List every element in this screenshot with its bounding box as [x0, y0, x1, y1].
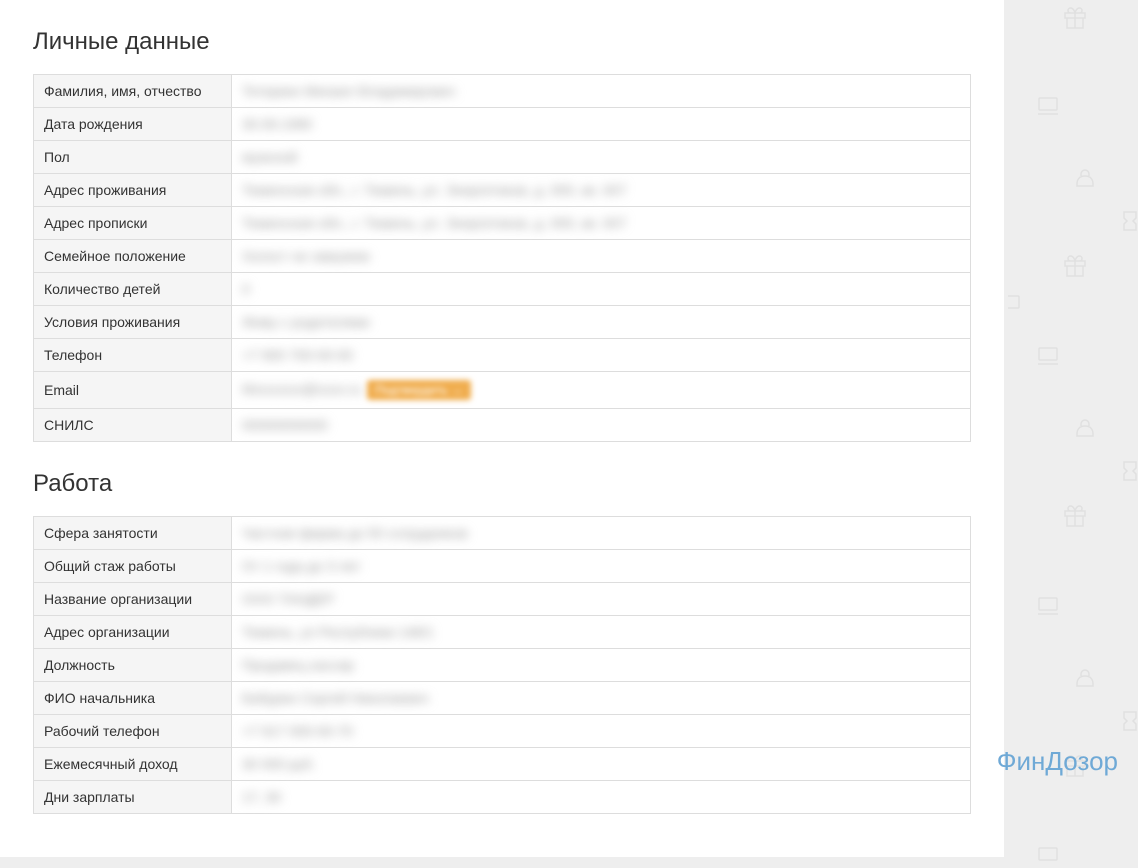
row-label: Должность	[34, 649, 232, 682]
table-row: Телефон +7 900 700-00-00	[34, 339, 971, 372]
table-row: Семейное положение Холост не замужем	[34, 240, 971, 273]
row-value: Продавец кассир	[232, 649, 971, 682]
blurred-value: Mxxxxxxx@xxxx.ru	[242, 381, 361, 397]
row-value: +7 917 000-00-70	[232, 715, 971, 748]
table-row: Email Mxxxxxxx@xxxx.ru Подтвердить →	[34, 372, 971, 409]
confirm-badge[interactable]: Подтвердить →	[367, 380, 471, 400]
blurred-value: 30 000 руб.	[242, 756, 315, 772]
table-row: Сфера занятости Частная фирма до 50 сотру…	[34, 517, 971, 550]
row-label: Общий стаж работы	[34, 550, 232, 583]
row-value: Mxxxxxxx@xxxx.ru Подтвердить →	[232, 372, 971, 409]
row-value: Тетеркин Михаил Владимирович	[232, 75, 971, 108]
table-row: СНИЛС 00000000000	[34, 409, 971, 442]
row-value: мужской	[232, 141, 971, 174]
row-label: Адрес проживания	[34, 174, 232, 207]
blurred-value: Тюмень, ул Республики 148/1	[242, 624, 434, 640]
row-value: Частная фирма до 50 сотрудников	[232, 517, 971, 550]
blurred-value: От 1 года до 3 лет	[242, 558, 360, 574]
row-value: ООО ТАНДЕР	[232, 583, 971, 616]
watermark: ФинДозор	[997, 746, 1118, 777]
row-label: Условия проживания	[34, 306, 232, 339]
row-value: 0	[232, 273, 971, 306]
table-row: Рабочий телефон +7 917 000-00-70	[34, 715, 971, 748]
blurred-value: Холост не замужем	[242, 248, 369, 264]
row-label: Рабочий телефон	[34, 715, 232, 748]
row-label: Адрес организации	[34, 616, 232, 649]
table-row: Адрес прописки Тюменская обл., г. Тюмень,…	[34, 207, 971, 240]
table-row: Должность Продавец кассир	[34, 649, 971, 682]
table-row: Пол мужской	[34, 141, 971, 174]
table-row: Дата рождения 30.09.1990	[34, 108, 971, 141]
table-row: Адрес организации Тюмень, ул Республики 1…	[34, 616, 971, 649]
row-label: Пол	[34, 141, 232, 174]
row-label: СНИЛС	[34, 409, 232, 442]
section-title-work: Работа	[33, 442, 971, 516]
blurred-value: Частная фирма до 50 сотрудников	[242, 525, 468, 541]
table-row: Количество детей 0	[34, 273, 971, 306]
main-card: Личные данные Фамилия, имя, отчество Тете…	[0, 0, 1004, 857]
table-row: ФИО начальника Бабурин Сергей Николаевич	[34, 682, 971, 715]
row-label: ФИО начальника	[34, 682, 232, 715]
row-value: Тюменская обл., г. Тюмень, ул. Энергетик…	[232, 174, 971, 207]
row-label: Семейное положение	[34, 240, 232, 273]
blurred-value: Тюменская обл., г. Тюмень, ул. Энергетик…	[242, 182, 626, 198]
work-data-table: Сфера занятости Частная фирма до 50 сотру…	[33, 516, 971, 814]
row-label: Название организации	[34, 583, 232, 616]
row-label: Ежемесячный доход	[34, 748, 232, 781]
blurred-value: Живу с родителями	[242, 314, 370, 330]
row-value: Тюмень, ул Республики 148/1	[232, 616, 971, 649]
table-row: Название организации ООО ТАНДЕР	[34, 583, 971, 616]
row-label: Количество детей	[34, 273, 232, 306]
blurred-value: 17, 30	[242, 789, 281, 805]
blurred-value: 0	[242, 281, 250, 297]
blurred-value: Тетеркин Михаил Владимирович	[242, 83, 455, 99]
row-label: Сфера занятости	[34, 517, 232, 550]
row-value: Живу с родителями	[232, 306, 971, 339]
blurred-value: +7 917 000-00-70	[242, 723, 353, 739]
blurred-value: Продавец кассир	[242, 657, 354, 673]
row-value: +7 900 700-00-00	[232, 339, 971, 372]
blurred-value: +7 900 700-00-00	[242, 347, 353, 363]
blurred-value: 00000000000	[242, 417, 328, 433]
table-row: Ежемесячный доход 30 000 руб.	[34, 748, 971, 781]
row-label: Дни зарплаты	[34, 781, 232, 814]
blurred-value: Бабурин Сергей Николаевич	[242, 690, 429, 706]
row-value: 30.09.1990	[232, 108, 971, 141]
row-label: Телефон	[34, 339, 232, 372]
table-row: Условия проживания Живу с родителями	[34, 306, 971, 339]
table-row: Дни зарплаты 17, 30	[34, 781, 971, 814]
row-label: Адрес прописки	[34, 207, 232, 240]
row-label: Email	[34, 372, 232, 409]
row-label: Фамилия, имя, отчество	[34, 75, 232, 108]
section-title-personal: Личные данные	[33, 0, 971, 74]
row-value: Бабурин Сергей Николаевич	[232, 682, 971, 715]
row-value: 17, 30	[232, 781, 971, 814]
personal-data-table: Фамилия, имя, отчество Тетеркин Михаил Вл…	[33, 74, 971, 442]
table-row: Общий стаж работы От 1 года до 3 лет	[34, 550, 971, 583]
row-value: Холост не замужем	[232, 240, 971, 273]
row-value: От 1 года до 3 лет	[232, 550, 971, 583]
blurred-value: мужской	[242, 149, 297, 165]
row-value: Тюменская обл., г. Тюмень, ул. Энергетик…	[232, 207, 971, 240]
row-value: 00000000000	[232, 409, 971, 442]
blurred-value: 30.09.1990	[242, 116, 312, 132]
row-value: 30 000 руб.	[232, 748, 971, 781]
table-row: Фамилия, имя, отчество Тетеркин Михаил Вл…	[34, 75, 971, 108]
blurred-value: Тюменская обл., г. Тюмень, ул. Энергетик…	[242, 215, 626, 231]
row-label: Дата рождения	[34, 108, 232, 141]
table-row: Адрес проживания Тюменская обл., г. Тюмен…	[34, 174, 971, 207]
blurred-value: ООО ТАНДЕР	[242, 591, 334, 607]
